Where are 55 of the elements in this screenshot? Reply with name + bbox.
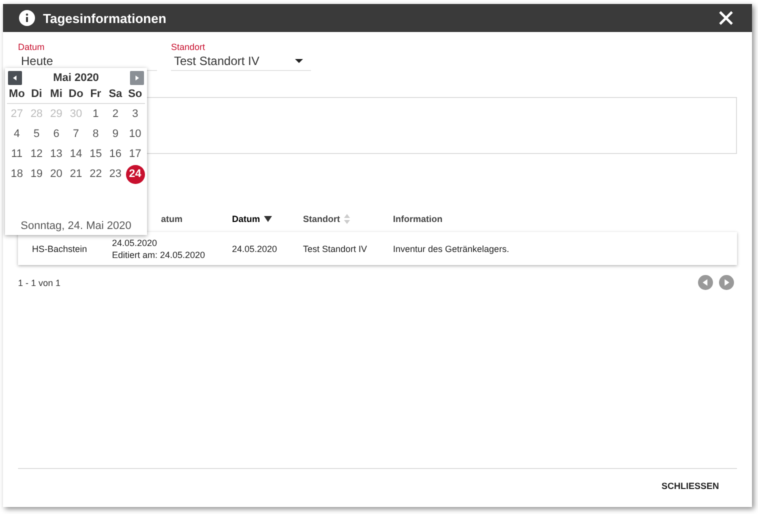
previous-month-icon[interactable]: [8, 71, 22, 85]
calendar-day[interactable]: 22: [86, 165, 106, 184]
weekday-label: Sa: [108, 88, 122, 100]
page-range: 1 - 1 von 1: [18, 278, 62, 288]
calendar-day[interactable]: 17: [126, 145, 145, 164]
close-button[interactable]: SCHLIESSEN: [655, 477, 725, 495]
calendar-day[interactable]: 14: [66, 145, 86, 164]
caret-icon: [295, 59, 303, 63]
month-title: Mai 2020: [53, 72, 99, 84]
table-row[interactable]: HS-Bachstein 24.05.2020 Editiert am: 24.05.2020 24.05.2020 Test Standort IV Inventur des Getränkelagers.: [18, 232, 737, 265]
weekday-label: Do: [68, 88, 84, 100]
calendar-day[interactable]: 15: [86, 145, 106, 164]
calendar-day[interactable]: 24: [126, 165, 145, 184]
calendar-day[interactable]: 6: [46, 125, 66, 144]
weekday-label: Di: [31, 88, 42, 100]
column-header[interactable]: Information: [393, 214, 442, 224]
calendar-day[interactable]: 1: [86, 105, 106, 124]
table-cell-text: 24.05.2020: [232, 244, 278, 254]
calendar-day[interactable]: 8: [86, 125, 106, 144]
calendar-day[interactable]: 2: [106, 105, 125, 124]
calendar-day[interactable]: 5: [27, 125, 46, 144]
weekday-label: Fr: [90, 88, 102, 100]
column-header[interactable]: Datum: [232, 214, 260, 224]
table-cell-text: HS-Bachstein: [32, 244, 88, 254]
calendar-day[interactable]: 21: [66, 165, 86, 184]
table-cell-text: Editiert am: 24.05.2020: [112, 250, 206, 260]
calendar-day[interactable]: 19: [27, 165, 46, 184]
calendar-day[interactable]: 11: [7, 145, 26, 164]
previous-page-icon[interactable]: [698, 275, 713, 290]
calendar-day[interactable]: 13: [46, 145, 66, 164]
calendar-day[interactable]: 23: [106, 165, 125, 184]
next-page-icon[interactable]: [719, 275, 734, 290]
table-cell-text: Test Standort IV: [303, 244, 368, 254]
calendar-day[interactable]: 20: [46, 165, 66, 184]
calendar-day[interactable]: 18: [7, 165, 26, 184]
table-cell-text: Inventur des Getränkelagers.: [393, 244, 510, 254]
location-select[interactable]: Standort Test Standort IV: [171, 42, 311, 71]
calendar-day[interactable]: 9: [106, 125, 125, 144]
calendar-day[interactable]: 3: [126, 105, 145, 124]
column-header[interactable]: atum: [161, 214, 183, 224]
calendar-day[interactable]: 7: [66, 125, 86, 144]
close-icon[interactable]: [718, 10, 734, 26]
calendar-day[interactable]: 12: [27, 145, 46, 164]
calendar-day[interactable]: 4: [7, 125, 26, 144]
weekday-label: Mi: [50, 88, 62, 100]
calendar-day[interactable]: 10: [126, 125, 145, 144]
column-header[interactable]: Standort: [303, 214, 340, 224]
selected-date: Sonntag, 24. Mai 2020: [20, 220, 132, 232]
window-title: Tagesinformationen: [43, 10, 168, 26]
info-icon: [19, 10, 35, 26]
table-cell-text: 24.05.2020: [112, 238, 158, 248]
weekday-label: Mo: [8, 88, 25, 100]
calendar-day[interactable]: 16: [106, 145, 125, 164]
weekday-label: So: [128, 88, 142, 100]
next-month-icon[interactable]: [130, 71, 144, 85]
